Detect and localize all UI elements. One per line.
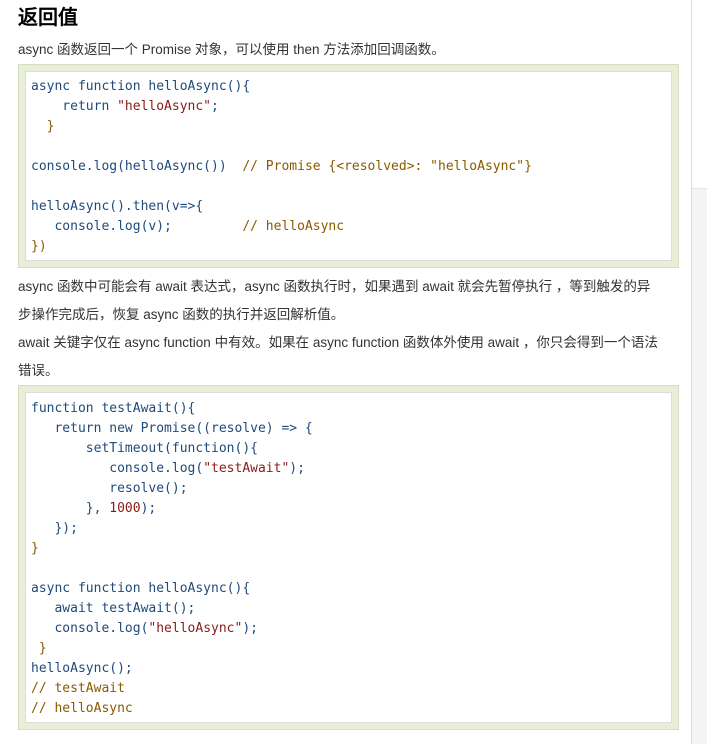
code-block-return-value: async function helloAsync(){ return "hel… (18, 64, 679, 268)
code-line: // helloAsync (31, 701, 133, 716)
code-line: // testAwait (31, 681, 125, 696)
code-line: async function helloAsync(){ (31, 79, 251, 94)
right-sidebar-top (692, 0, 707, 189)
await-paragraph-line-3: await 关键字仅在 async function 中有效。如果在 async… (18, 335, 658, 350)
code-line: console.log("testAwait"); (31, 461, 305, 476)
code-line: helloAsync(); (31, 661, 133, 676)
code-line: return new Promise((resolve) => { (31, 421, 313, 436)
code-line: console.log(helloAsync()) // Promise {<r… (31, 159, 532, 174)
code-line: } (31, 119, 55, 134)
code-line: resolve(); (31, 481, 188, 496)
code-line: function testAwait(){ (31, 401, 196, 416)
code-line: async function helloAsync(){ (31, 581, 251, 596)
code-line: setTimeout(function(){ (31, 441, 258, 456)
code-block-body: async function helloAsync(){ return "hel… (25, 71, 672, 261)
await-paragraph-line-4: 错误。 (18, 363, 59, 378)
code-line: return "helloAsync"; (31, 99, 219, 114)
code-line: await testAwait(); (31, 601, 196, 616)
code-line: }); (31, 521, 78, 536)
code-line: helloAsync().then(v=>{ (31, 199, 204, 214)
code-line: }) (31, 239, 47, 254)
intro-paragraph: async 函数返回一个 Promise 对象，可以使用 then 方法添加回调… (18, 42, 445, 57)
await-paragraph-line-2: 步操作完成后，恢复 async 函数的执行并返回解析值。 (18, 307, 345, 322)
code-line: }, 1000); (31, 501, 157, 516)
code-line: console.log("helloAsync"); (31, 621, 258, 636)
code-line: } (31, 541, 39, 556)
code-line: console.log(v); // helloAsync (31, 219, 345, 234)
await-paragraph-line-1: async 函数中可能会有 await 表达式，async 函数执行时，如果遇到… (18, 279, 651, 294)
code-block-await: function testAwait(){ return new Promise… (18, 385, 679, 730)
code-block-body: function testAwait(){ return new Promise… (25, 392, 672, 723)
code-line: } (31, 641, 47, 656)
section-title: 返回值 (18, 7, 78, 29)
